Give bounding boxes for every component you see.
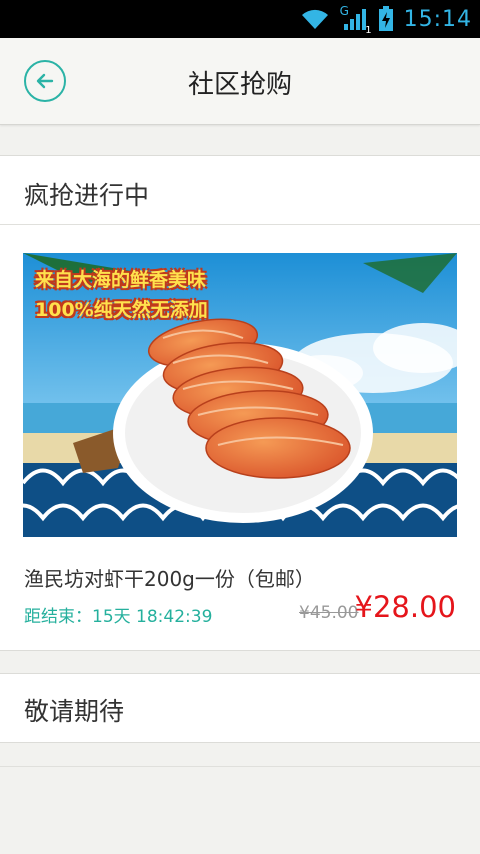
banner-slogan-line2: 100%纯天然无添加 [35, 299, 208, 321]
ongoing-section-title: 疯抢进行中 [24, 181, 150, 210]
page-title: 社区抢购 [187, 70, 292, 100]
wifi-icon [301, 9, 328, 29]
battery-charging-icon [378, 6, 393, 31]
section-divider [0, 224, 480, 225]
status-time: 15:14 [403, 6, 472, 32]
sim-label: 1 [365, 25, 372, 36]
countdown-timer: 距结束：15天 18:42:39 [24, 607, 213, 627]
bottom-divider [0, 766, 480, 767]
status-bar: G 1 15:14 [0, 0, 480, 38]
sale-price: ¥28.00 [354, 590, 456, 624]
upcoming-section: 敬请期待 [0, 673, 480, 743]
product-banner[interactable]: 来自大海的鲜香美味 100%纯天然无添加 [23, 253, 457, 537]
app-header: 社区抢购 [0, 38, 480, 125]
upcoming-section-title: 敬请期待 [24, 697, 125, 726]
signal-icon: G 1 [340, 4, 372, 36]
product-name[interactable]: 渔民坊对虾干200g一份（包邮） [24, 563, 315, 592]
banner-slogan-line1: 来自大海的鲜香美味 [35, 269, 207, 291]
ongoing-section: 疯抢进行中 来自大海的鲜香美味 100%纯天然无添加 渔民坊对虾干200g一份（… [0, 155, 480, 651]
status-icons: G 1 15:14 [300, 0, 472, 38]
original-price: ¥45.00 [299, 603, 359, 623]
